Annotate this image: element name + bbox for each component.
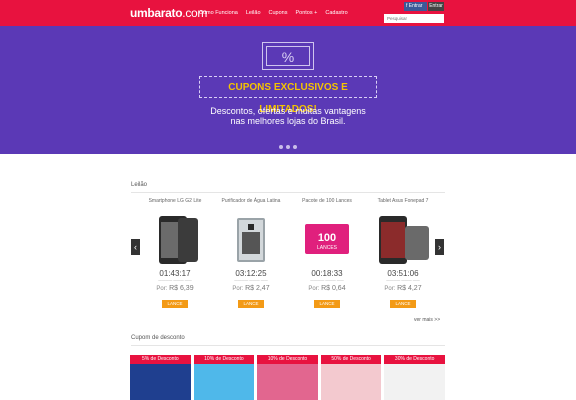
coupon-discount-tag: 5% de Desconto <box>130 355 191 364</box>
auction-timer: 01:43:17 <box>159 269 191 278</box>
svg-text:100: 100 <box>318 232 336 244</box>
main-nav: Como Funciona Leilão Cupons Pontos + Cad… <box>199 10 348 16</box>
product-card: Pacote de 100 Lances 100 LANCES 00:18:33… <box>289 198 365 310</box>
svg-text:LANCES: LANCES <box>317 245 338 251</box>
coupon-card[interactable]: 10% de Desconto <box>193 355 255 400</box>
product-image[interactable] <box>226 214 276 266</box>
coupon-discount-tag: 10% de Desconto <box>257 355 318 364</box>
product-image[interactable] <box>375 214 431 266</box>
coupon-card[interactable]: 30% de Desconto <box>384 355 445 400</box>
coupon-discount-tag: 50% de Desconto <box>320 355 382 364</box>
auction-products: Smartphone LG G2 Lite 01:43:17 ———— ——— … <box>137 198 441 310</box>
site-logo[interactable]: umbarato.com <box>130 6 207 20</box>
see-more-link[interactable]: ver mais >> <box>414 317 440 323</box>
product-name[interactable]: Pacote de 100 Lances <box>289 198 365 214</box>
auction-timer: 03:51:06 <box>387 269 419 278</box>
facebook-login-button[interactable]: f Entrar <box>404 2 427 11</box>
carousel-dots <box>279 145 297 149</box>
hero-title-box: CUPONS EXCLUSIVOS E LIMITADOS! <box>199 76 377 115</box>
coupon-list: 5% de Desconto 10% de Desconto 10% de De… <box>130 355 445 400</box>
auction-section-title: Leilão <box>131 182 148 188</box>
coupon-card[interactable]: 5% de Desconto <box>130 355 191 400</box>
coupon-card[interactable]: 50% de Desconto <box>320 355 382 400</box>
nav-leilao[interactable]: Leilão <box>246 10 261 16</box>
product-name[interactable]: Purificador de Água Latina <box>213 198 289 214</box>
product-price: Por: R$ 0,64 <box>308 285 346 292</box>
bid-button[interactable]: LANCE <box>390 300 416 308</box>
product-card: Purificador de Água Latina 03:12:25 ————… <box>213 198 289 310</box>
hero-banner[interactable]: % CUPONS EXCLUSIVOS E LIMITADOS! Descont… <box>0 26 576 154</box>
coupon-discount-tag: 10% de Desconto <box>193 355 255 364</box>
nav-como-funciona[interactable]: Como Funciona <box>199 10 238 16</box>
divider <box>131 192 445 193</box>
nav-cupons[interactable]: Cupons <box>269 10 288 16</box>
login-button[interactable]: Entrar <box>428 2 444 11</box>
product-image[interactable] <box>150 214 200 266</box>
coupons-section-title: Cupom de desconto <box>131 335 185 341</box>
product-price: Por: R$ 2,47 <box>232 285 270 292</box>
auction-details: ———— ——— —— <box>158 278 192 282</box>
auction-details: ———— ——— —— <box>386 278 420 282</box>
carousel-dot[interactable] <box>279 145 283 149</box>
product-name[interactable]: Tablet Asus Fonepad 7 <box>365 198 441 214</box>
auction-details: ———— ——— —— <box>234 278 268 282</box>
product-card: Tablet Asus Fonepad 7 03:51:06 ———— ——— … <box>365 198 441 310</box>
coupon-card[interactable]: 10% de Desconto <box>257 355 318 400</box>
search-input[interactable] <box>384 14 444 23</box>
product-price: Por: R$ 6,39 <box>156 285 194 292</box>
hero-subtitle: Descontos, ofertas e muitas vantagens na… <box>210 106 366 126</box>
coupon-ticket-icon: % <box>262 42 314 70</box>
product-image[interactable]: 100 LANCES <box>302 214 352 266</box>
auction-timer: 00:18:33 <box>311 269 343 278</box>
auction-details: ———— ——— —— <box>310 278 344 282</box>
bid-button[interactable]: LANCE <box>314 300 340 308</box>
bid-button[interactable]: LANCE <box>162 300 188 308</box>
nav-cadastro[interactable]: Cadastro <box>325 10 347 16</box>
carousel-dot[interactable] <box>286 145 290 149</box>
auction-timer: 03:12:25 <box>235 269 267 278</box>
product-card: Smartphone LG G2 Lite 01:43:17 ———— ——— … <box>137 198 213 310</box>
carousel-dot[interactable] <box>293 145 297 149</box>
top-header: umbarato.com Como Funciona Leilão Cupons… <box>0 0 576 26</box>
nav-pontos[interactable]: Pontos + <box>295 10 317 16</box>
bid-button[interactable]: LANCE <box>238 300 264 308</box>
coupon-discount-tag: 30% de Desconto <box>384 355 445 364</box>
divider <box>131 345 445 346</box>
product-price: Por: R$ 4,27 <box>384 285 422 292</box>
product-name[interactable]: Smartphone LG G2 Lite <box>137 198 213 214</box>
